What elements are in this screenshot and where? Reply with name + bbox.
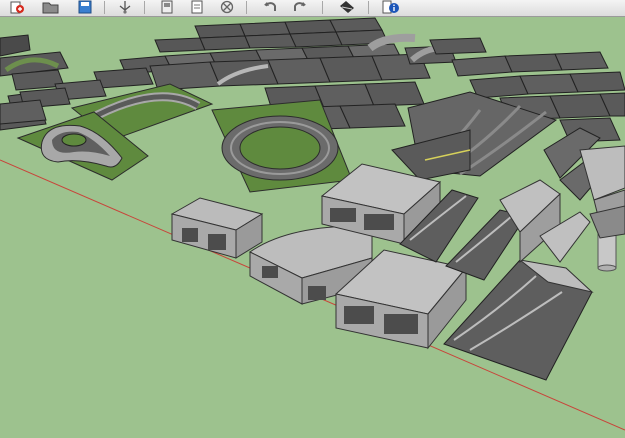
main-toolbar: [0, 0, 625, 17]
paste-icon[interactable]: [158, 0, 176, 14]
model-info-icon[interactable]: [382, 0, 400, 14]
open-file-icon[interactable]: [42, 0, 60, 14]
copy-icon[interactable]: [188, 0, 206, 14]
paint-bucket-icon[interactable]: [338, 0, 356, 14]
toolbar-separator: [246, 1, 247, 14]
toolbar-separator: [322, 1, 323, 14]
redo-icon[interactable]: [290, 0, 308, 14]
toolbar-separator: [144, 1, 145, 14]
new-model-icon[interactable]: [8, 0, 26, 14]
select-tool-icon[interactable]: [116, 0, 134, 14]
toolbar-separator: [104, 1, 105, 14]
toolbar-separator: [368, 1, 369, 14]
erase-icon[interactable]: [218, 0, 236, 14]
undo-icon[interactable]: [262, 0, 280, 14]
model-viewport[interactable]: [0, 17, 625, 438]
save-icon[interactable]: [76, 0, 94, 14]
